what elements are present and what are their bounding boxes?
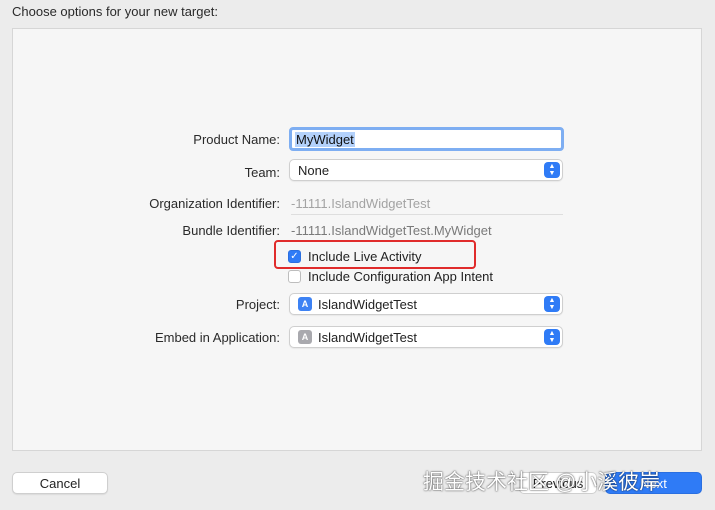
checkmark-icon: ✓ — [288, 250, 301, 263]
embed-label: Embed in Application: — [154, 330, 280, 345]
include-live-activity-label: Include Live Activity — [308, 249, 422, 264]
team-popup[interactable]: None ▲ ▼ — [289, 159, 563, 181]
chevron-updown-icon: ▲ ▼ — [544, 162, 560, 178]
include-live-activity-checkbox[interactable]: ✓ Include Live Activity — [288, 249, 421, 264]
org-identifier-label: Organization Identifier: — [149, 196, 280, 211]
bundle-identifier-label: Bundle Identifier: — [182, 223, 280, 238]
watermark: 掘金技术社区 @小溪彼岸 — [423, 471, 661, 494]
team-value: None — [298, 162, 330, 178]
chevron-updown-icon: ▲ ▼ — [544, 329, 560, 345]
product-name-input[interactable]: MyWidget — [289, 127, 564, 151]
dialog-heading: Choose options for your new target: — [12, 4, 218, 19]
product-name-label: Product Name: — [193, 132, 280, 147]
app-icon: A — [298, 330, 312, 344]
cancel-button[interactable]: Cancel — [12, 472, 108, 494]
app-blueprint-icon: A — [298, 297, 312, 311]
embed-popup[interactable]: A IslandWidgetTest ▲ ▼ — [289, 326, 563, 348]
include-config-intent-label: Include Configuration App Intent — [308, 269, 494, 284]
checkbox-empty-icon — [288, 270, 301, 283]
embed-value: IslandWidgetTest — [318, 329, 417, 345]
team-label: Team: — [244, 165, 280, 180]
bundle-identifier-value: -11111.IslandWidgetTest.MyWidget — [291, 223, 492, 238]
project-value: IslandWidgetTest — [318, 296, 417, 312]
project-label: Project: — [235, 297, 280, 312]
project-popup[interactable]: A IslandWidgetTest ▲ ▼ — [289, 293, 563, 315]
product-name-value: MyWidget — [295, 131, 355, 147]
include-config-intent-checkbox[interactable]: Include Configuration App Intent — [288, 269, 493, 284]
org-identifier-field[interactable]: -11111.IslandWidgetTest — [291, 196, 563, 215]
chevron-updown-icon: ▲ ▼ — [544, 296, 560, 312]
